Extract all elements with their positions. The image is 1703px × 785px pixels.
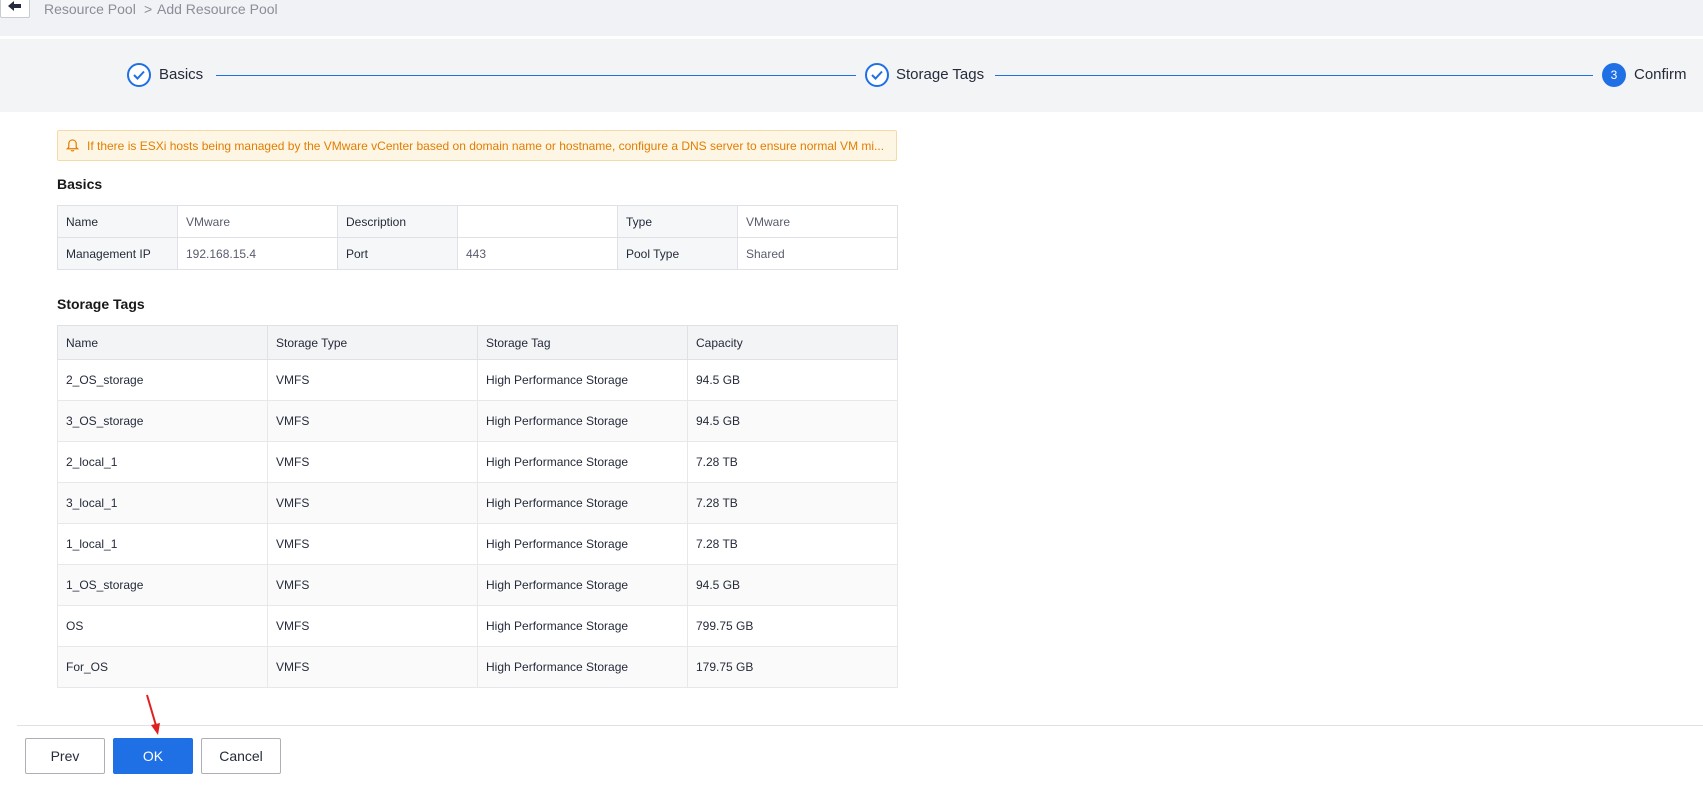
annotation-arrow-icon [146,694,160,735]
table-header-row: Name Storage Type Storage Tag Capacity [57,325,898,360]
type-key: Type [617,205,738,238]
step-connector-2 [995,75,1593,76]
step-storage-tags-label: Storage Tags [896,66,985,83]
name-value: VMware [177,205,338,238]
cell-name: 1_OS_storage [57,564,268,606]
port-value: 443 [457,237,618,270]
management-ip-key: Management IP [57,237,178,270]
name-key: Name [57,205,178,238]
table-row: 1_local_1 VMFS High Performance Storage … [57,523,898,565]
description-value [457,205,618,238]
pool-type-key: Pool Type [617,237,738,270]
pool-type-value: Shared [737,237,898,270]
cell-storage-tag: High Performance Storage [477,523,688,565]
cell-storage-tag: High Performance Storage [477,605,688,647]
management-ip-value: 192.168.15.4 [177,237,338,270]
storage-tags-table: Name Storage Type Storage Tag Capacity 2… [57,325,898,688]
step-basics-label: Basics [159,66,204,83]
cell-storage-tag: High Performance Storage [477,646,688,688]
cell-capacity: 179.75 GB [687,646,898,688]
footer-divider [17,725,1703,726]
step-confirm-label: Confirm [1634,66,1687,83]
table-row: 2_OS_storage VMFS High Performance Stora… [57,359,898,401]
ok-button[interactable]: OK [113,738,193,774]
step-basics-check-icon [127,63,151,87]
cell-capacity: 7.28 TB [687,482,898,524]
cell-storage-type: VMFS [267,359,478,401]
cell-storage-tag: High Performance Storage [477,359,688,401]
cell-capacity: 7.28 TB [687,441,898,483]
column-header-name: Name [57,325,268,360]
cell-storage-type: VMFS [267,400,478,442]
cell-capacity: 94.5 GB [687,400,898,442]
cell-storage-type: VMFS [267,646,478,688]
cell-storage-type: VMFS [267,523,478,565]
step-storage-tags-check-icon [865,63,889,87]
dns-warning-banner: If there is ESXi hosts being managed by … [57,130,897,161]
top-bar: Resource Pool > Add Resource Pool [0,0,1703,36]
basics-row: Management IP 192.168.15.4 Port 443 Pool… [57,237,898,270]
cell-name: OS [57,605,268,647]
table-row: 3_local_1 VMFS High Performance Storage … [57,482,898,524]
step-connector-1 [216,75,856,76]
table-row: 3_OS_storage VMFS High Performance Stora… [57,400,898,442]
back-button[interactable] [0,0,30,18]
cell-storage-tag: High Performance Storage [477,441,688,483]
column-header-capacity: Capacity [687,325,898,360]
cell-name: 3_local_1 [57,482,268,524]
storage-tags-title: Storage Tags [57,296,145,312]
cell-storage-type: VMFS [267,564,478,606]
cell-name: For_OS [57,646,268,688]
table-row: 1_OS_storage VMFS High Performance Stora… [57,564,898,606]
prev-button[interactable]: Prev [25,738,105,774]
cell-capacity: 94.5 GB [687,359,898,401]
column-header-storage-type: Storage Type [267,325,478,360]
basics-row: Name VMware Description Type VMware [57,205,898,238]
column-header-storage-tag: Storage Tag [477,325,688,360]
step-confirm-number: 3 [1602,63,1626,87]
breadcrumb-add-resource-pool: Add Resource Pool [157,1,278,17]
cell-storage-type: VMFS [267,482,478,524]
type-value: VMware [737,205,898,238]
table-row: OS VMFS High Performance Storage 799.75 … [57,605,898,647]
cell-name: 2_OS_storage [57,359,268,401]
cell-storage-tag: High Performance Storage [477,400,688,442]
cell-name: 2_local_1 [57,441,268,483]
arrow-left-icon [8,1,21,11]
cell-capacity: 7.28 TB [687,523,898,565]
table-row: 2_local_1 VMFS High Performance Storage … [57,441,898,483]
basics-title: Basics [57,176,103,192]
cell-name: 3_OS_storage [57,400,268,442]
cell-capacity: 799.75 GB [687,605,898,647]
table-row: For_OS VMFS High Performance Storage 179… [57,646,898,688]
breadcrumb-separator: > [144,1,153,17]
cell-name: 1_local_1 [57,523,268,565]
port-key: Port [337,237,458,270]
cell-storage-type: VMFS [267,605,478,647]
cell-capacity: 94.5 GB [687,564,898,606]
cell-storage-tag: High Performance Storage [477,482,688,524]
cell-storage-type: VMFS [267,441,478,483]
bell-icon [66,139,79,152]
cell-storage-tag: High Performance Storage [477,564,688,606]
breadcrumb-resource-pool[interactable]: Resource Pool [44,1,136,17]
warning-text: If there is ESXi hosts being managed by … [87,138,885,153]
description-key: Description [337,205,458,238]
basics-info-grid: Name VMware Description Type VMware Mana… [57,205,898,270]
wizard-stepper: Basics Storage Tags 3 Confirm [0,39,1703,112]
cancel-button[interactable]: Cancel [201,738,281,774]
